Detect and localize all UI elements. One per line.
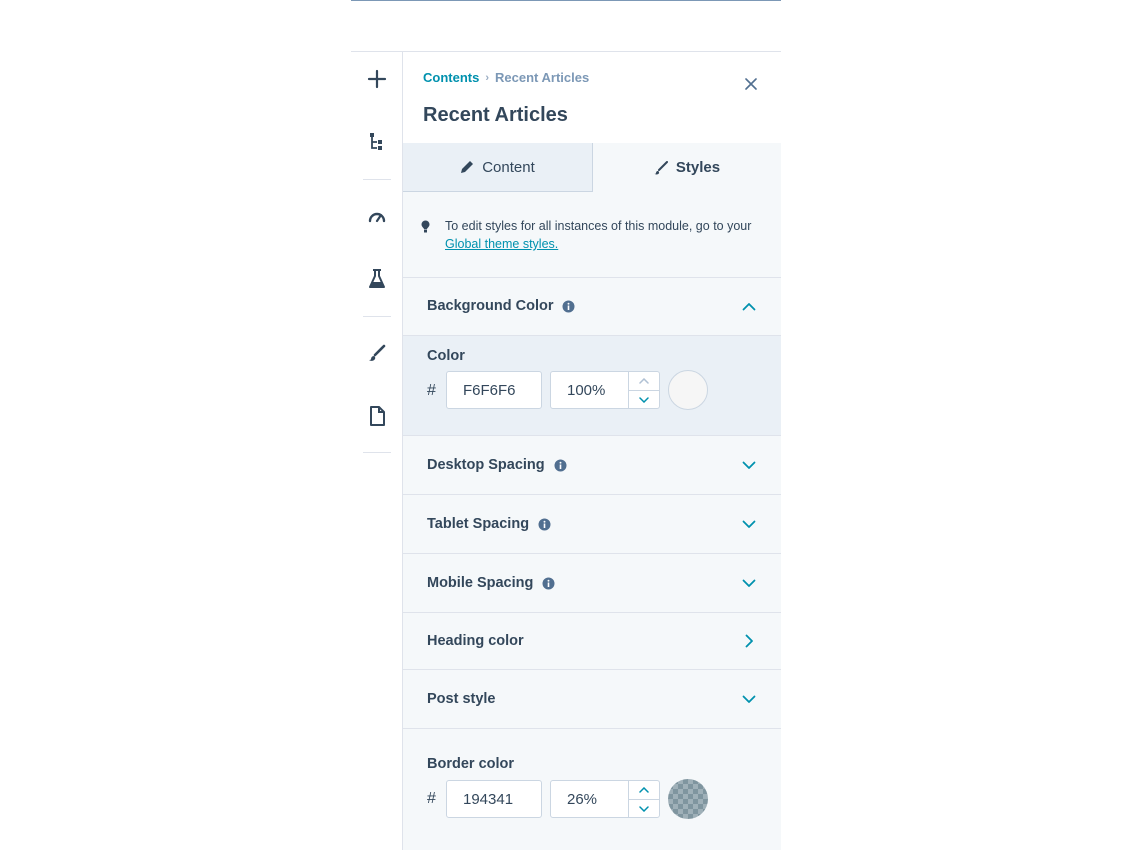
background-color-field: Color # F6F6F6 100% — [403, 336, 781, 436]
border-color-label: Border color — [427, 756, 515, 772]
tab-content-label: Content — [482, 158, 535, 176]
panel-tabs: Content Styles — [403, 143, 781, 192]
section-mobile-spacing[interactable]: Mobile Spacing — [403, 554, 781, 613]
chevron-up-icon — [639, 378, 649, 384]
tree-icon[interactable] — [361, 126, 393, 158]
chevron-down-icon[interactable] — [739, 455, 759, 475]
section-title: Post style — [427, 691, 496, 707]
chevron-down-icon — [639, 397, 649, 403]
opacity-input[interactable]: 100% — [550, 371, 660, 409]
section-heading-color[interactable]: Heading color — [403, 613, 781, 670]
global-styles-notice: To edit styles for all instances of this… — [403, 192, 781, 278]
hex-input[interactable]: F6F6F6 — [446, 371, 542, 409]
section-title-text: Heading color — [427, 633, 524, 649]
color-label: Color — [427, 348, 465, 364]
hash-symbol: # — [427, 382, 436, 399]
section-title-text: Mobile Spacing — [427, 575, 534, 591]
section-tablet-spacing[interactable]: Tablet Spacing — [403, 495, 781, 554]
tab-content[interactable]: Content — [403, 143, 593, 192]
breadcrumb-current: Recent Articles — [495, 70, 590, 85]
section-title: Background Color — [427, 298, 575, 314]
section-title-text: Tablet Spacing — [427, 516, 530, 532]
module-panel: Contents › Recent Articles Recent Articl… — [403, 52, 781, 850]
chevron-up-icon — [639, 787, 649, 793]
close-icon[interactable] — [741, 74, 761, 94]
info-icon[interactable] — [562, 300, 575, 313]
section-background-color[interactable]: Background Color — [403, 277, 781, 336]
section-title-text: Desktop Spacing — [427, 457, 545, 473]
section-title: Mobile Spacing — [427, 575, 555, 591]
opacity-input[interactable]: 26% — [550, 780, 660, 818]
breadcrumb-parent-link[interactable]: Contents — [423, 70, 479, 85]
brush-icon[interactable] — [361, 337, 393, 369]
section-title: Heading color — [427, 633, 524, 649]
decrement-button[interactable] — [629, 391, 659, 409]
flask-icon[interactable] — [361, 263, 393, 295]
opacity-value: 100% — [567, 381, 606, 399]
editor-sidebar: Contents › Recent Articles Recent Articl… — [351, 51, 781, 850]
chevron-down-icon — [639, 806, 649, 812]
section-desktop-spacing[interactable]: Desktop Spacing — [403, 436, 781, 495]
color-swatch[interactable] — [668, 370, 708, 410]
chevron-right-icon[interactable] — [739, 631, 759, 651]
color-swatch[interactable] — [668, 779, 708, 819]
notice-text: To edit styles for all instances of this… — [445, 217, 755, 253]
breadcrumb-separator: › — [485, 71, 490, 84]
brush-icon — [654, 160, 668, 174]
rail-divider — [363, 452, 391, 453]
panel-header: Contents › Recent Articles Recent Articl… — [403, 52, 781, 144]
notice-message: To edit styles for all instances of this… — [445, 219, 752, 233]
tab-styles[interactable]: Styles — [593, 143, 781, 192]
chevron-down-icon[interactable] — [739, 573, 759, 593]
opacity-stepper — [628, 781, 659, 817]
rail-divider — [363, 316, 391, 317]
increment-button[interactable] — [629, 781, 659, 800]
tab-styles-label: Styles — [675, 159, 721, 176]
global-theme-styles-link[interactable]: Global theme styles. — [445, 237, 558, 251]
opacity-value: 26% — [567, 790, 598, 808]
add-icon[interactable] — [361, 63, 393, 95]
section-title-text: Post style — [427, 691, 496, 707]
page-title: Recent Articles — [423, 104, 568, 126]
chevron-down-icon[interactable] — [739, 514, 759, 534]
chevron-down-icon[interactable] — [739, 689, 759, 709]
pin-icon — [421, 220, 430, 233]
info-icon[interactable] — [542, 577, 555, 590]
section-title: Tablet Spacing — [427, 516, 551, 532]
increment-button[interactable] — [629, 372, 659, 391]
rail-divider — [363, 179, 391, 180]
breadcrumb: Contents › Recent Articles — [423, 70, 589, 85]
info-icon[interactable] — [554, 459, 567, 472]
gauge-icon[interactable] — [361, 200, 393, 232]
opacity-stepper — [628, 372, 659, 408]
section-post-style[interactable]: Post style — [403, 670, 781, 729]
chevron-up-icon[interactable] — [739, 296, 759, 316]
top-divider — [351, 0, 781, 1]
decrement-button[interactable] — [629, 800, 659, 818]
section-title: Desktop Spacing — [427, 457, 567, 473]
hex-input[interactable]: 194341 — [446, 780, 542, 818]
hash-symbol: # — [427, 790, 436, 807]
pencil-icon — [461, 161, 474, 173]
document-icon[interactable] — [361, 400, 393, 432]
tool-rail — [351, 52, 403, 850]
section-title-text: Background Color — [427, 298, 554, 314]
info-icon[interactable] — [538, 518, 551, 531]
